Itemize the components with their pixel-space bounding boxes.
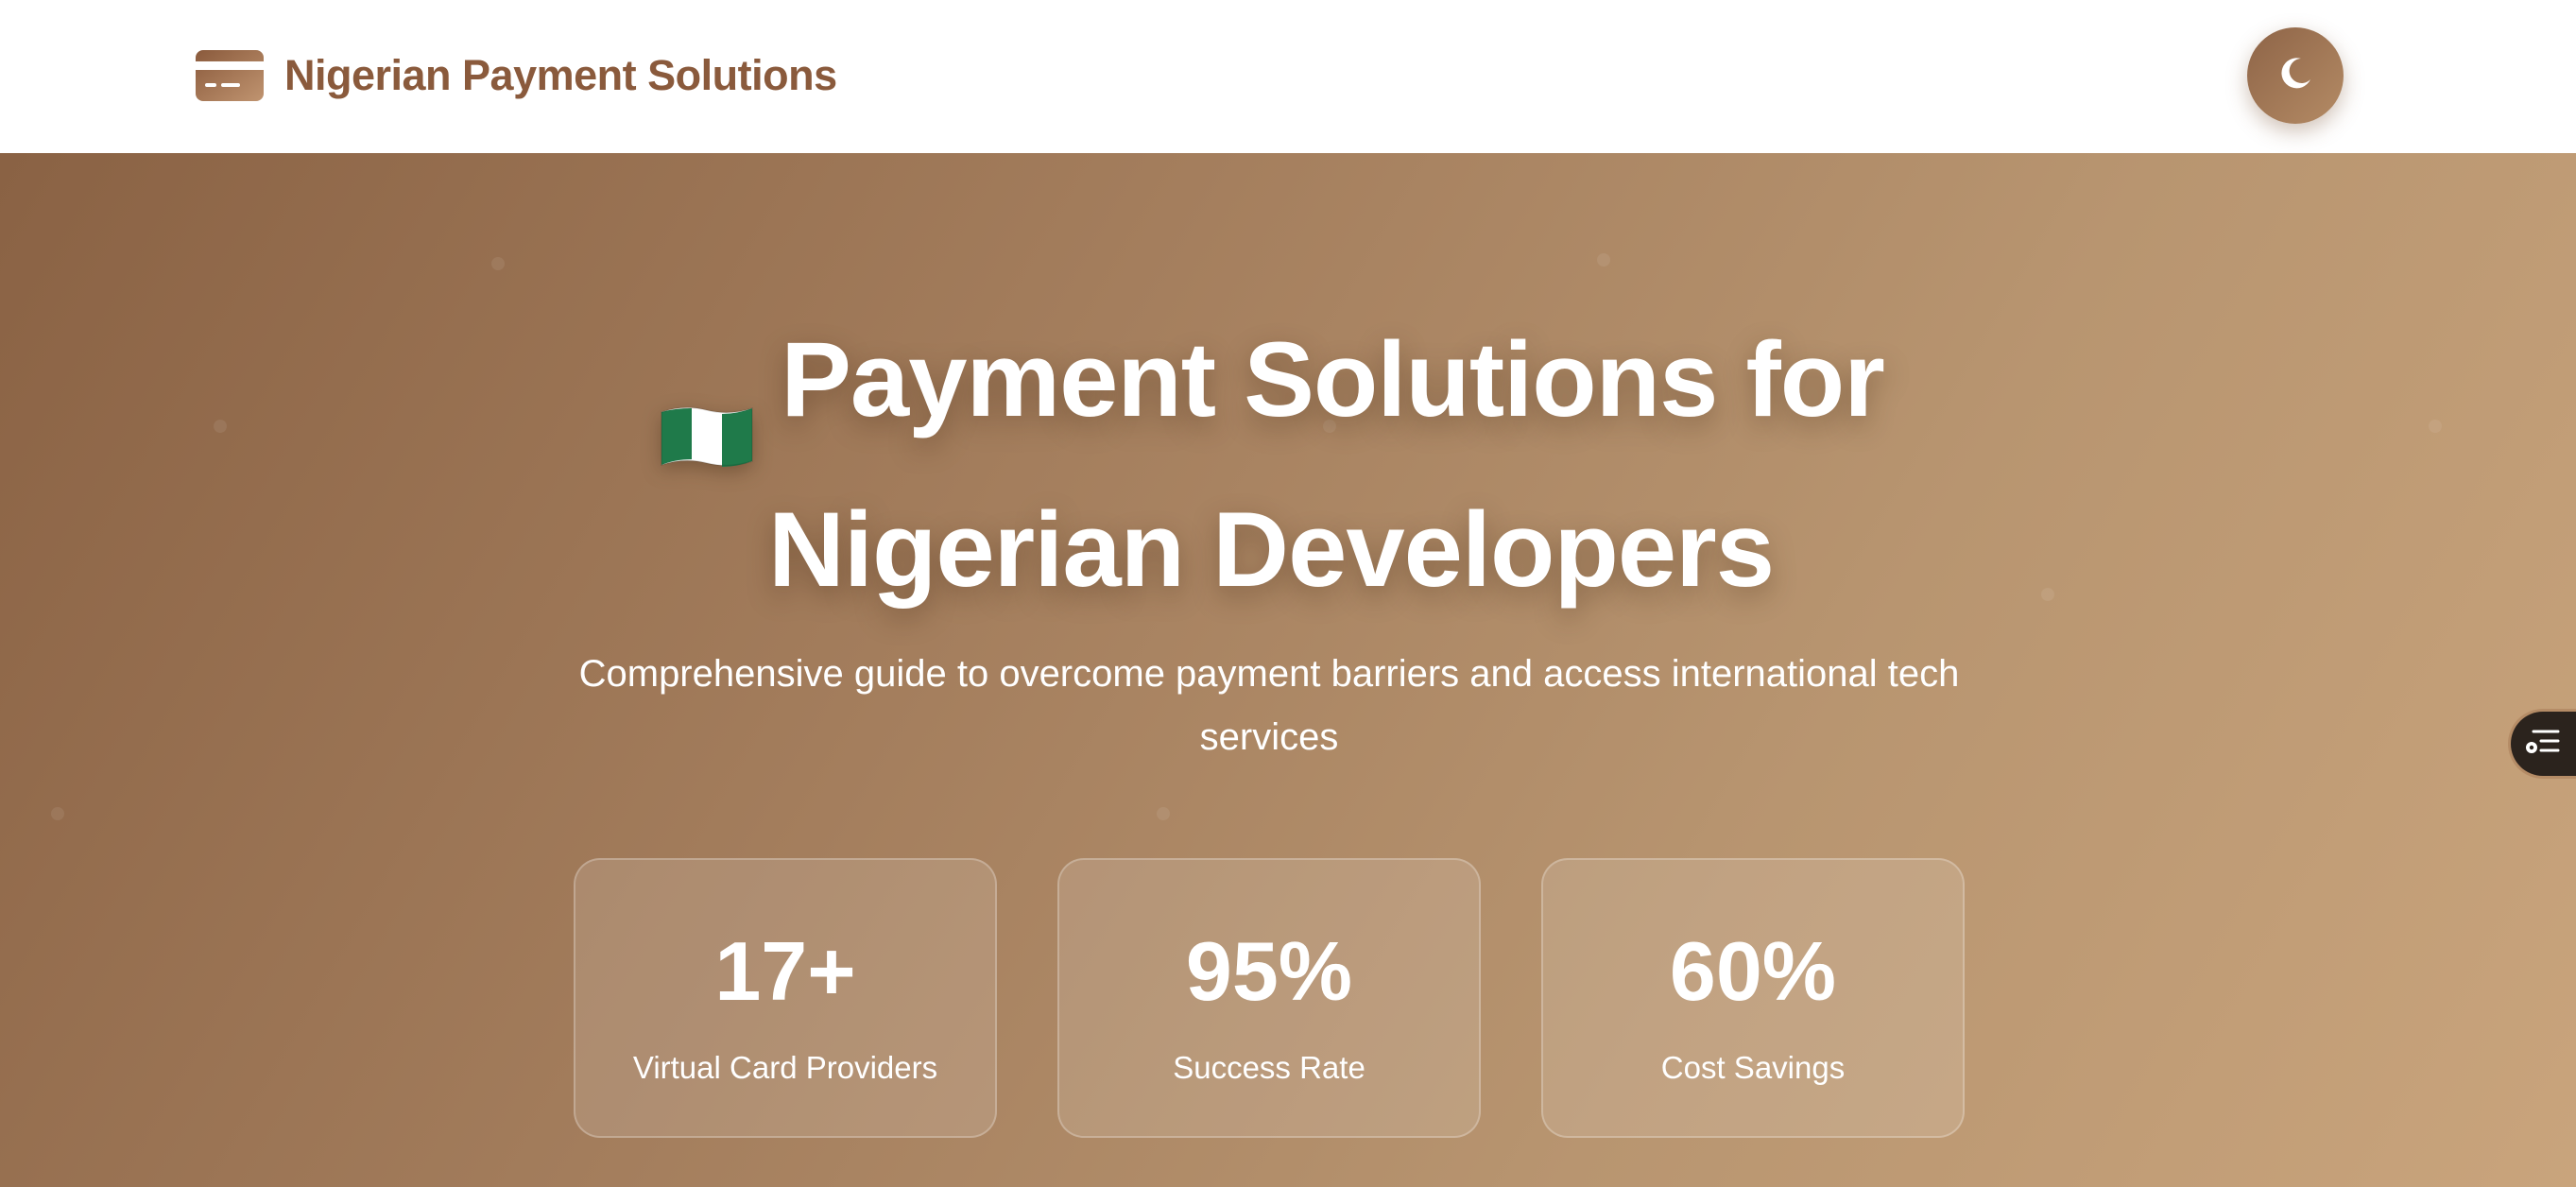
- stat-value: 17+: [714, 924, 856, 1018]
- theme-toggle-button[interactable]: [2247, 27, 2344, 124]
- hero-title: Payment Solutions for Nigerian Developer…: [0, 295, 2542, 635]
- stat-card-providers: 17+ Virtual Card Providers: [574, 858, 997, 1138]
- stat-label: Virtual Card Providers: [632, 1050, 938, 1085]
- decorative-sparkle: [491, 257, 505, 270]
- credit-card-icon: [196, 48, 264, 103]
- hero-title-text-1: Payment Solutions for: [781, 320, 1885, 439]
- nigeria-flag-icon: [658, 348, 756, 468]
- hero-title-line-2: Nigerian Developers: [767, 490, 1775, 609]
- hero-subtitle: Comprehensive guide to overcome payment …: [578, 653, 1960, 758]
- stat-label: Cost Savings: [1660, 1050, 1846, 1085]
- hero-section: Payment Solutions for Nigerian Developer…: [0, 153, 2576, 1187]
- table-of-contents-icon: [2524, 725, 2562, 764]
- brand-logo-link[interactable]: Nigerian Payment Solutions: [196, 47, 837, 104]
- stat-value: 95%: [1185, 924, 1353, 1018]
- stat-card-cost-savings: 60% Cost Savings: [1541, 858, 1965, 1138]
- stat-value: 60%: [1669, 924, 1837, 1018]
- table-of-contents-button[interactable]: [2508, 709, 2576, 779]
- brand-title: Nigerian Payment Solutions: [284, 51, 837, 99]
- stat-card-success-rate: 95% Success Rate: [1057, 858, 1481, 1138]
- hero-title-line-1: Payment Solutions for: [0, 295, 2542, 468]
- decorative-sparkle: [1597, 253, 1610, 267]
- decorative-sparkle: [1157, 807, 1170, 820]
- decorative-sparkle: [51, 807, 64, 820]
- site-header: Nigerian Payment Solutions: [0, 0, 2576, 153]
- moon-icon: [2276, 55, 2314, 97]
- stat-label: Success Rate: [1173, 1050, 1365, 1085]
